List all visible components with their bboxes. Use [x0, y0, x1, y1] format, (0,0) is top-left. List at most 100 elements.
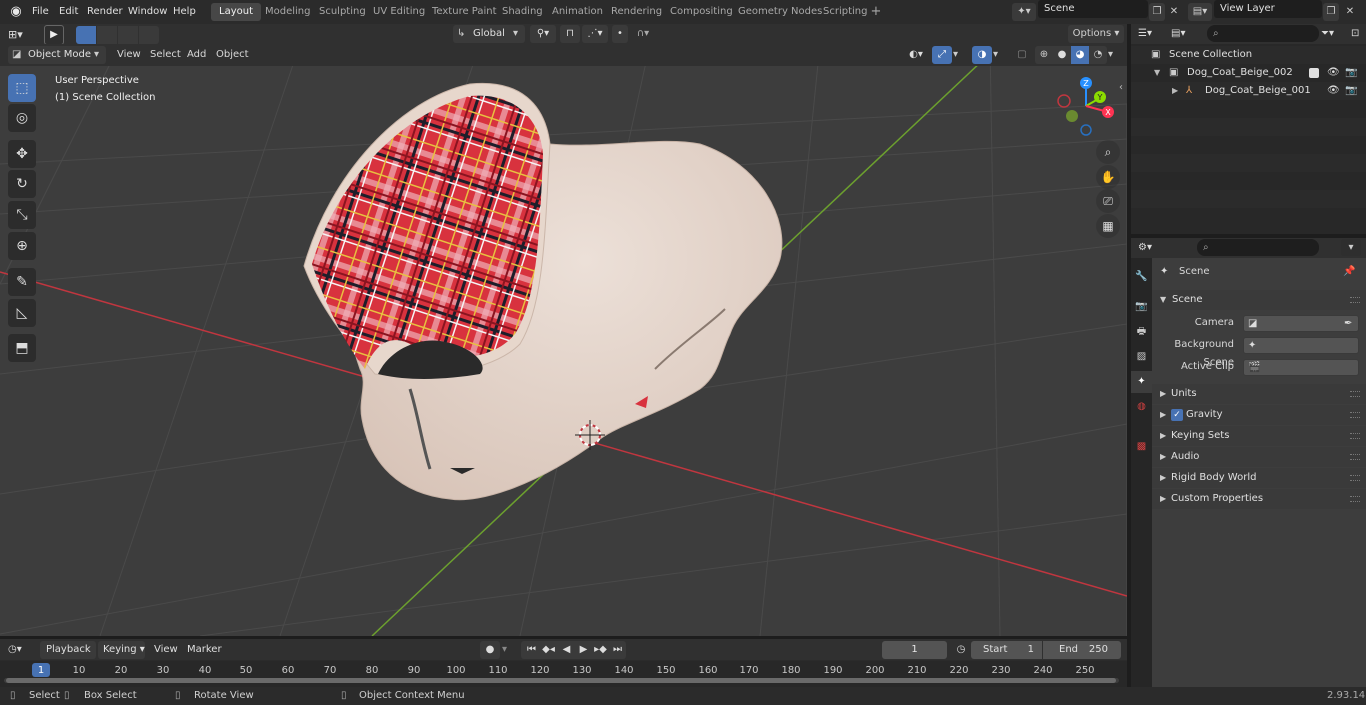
tab-uv-editing[interactable]: UV Editing [365, 3, 433, 21]
outliner-row-coat-002[interactable]: ▼ ▣ Dog_Coat_Beige_002 👁 📷 [1131, 64, 1366, 82]
drag-handle-icon[interactable] [1350, 475, 1360, 481]
active-clip-field[interactable]: 🎬 [1243, 359, 1359, 376]
drag-handle-icon[interactable] [1350, 412, 1360, 418]
timeline-editor-icon[interactable]: ◷▾ [8, 641, 34, 659]
drag-handle-icon[interactable] [1350, 454, 1360, 460]
new-collection-icon[interactable]: ⊡ [1351, 26, 1365, 42]
gravity-panel-header[interactable]: ▶ ✓ Gravity [1152, 405, 1366, 425]
pan-hand-icon[interactable]: ✋ [1096, 165, 1120, 189]
menu-add[interactable]: Add [187, 47, 206, 63]
snap-toggle-icon[interactable]: ⊓ [560, 25, 580, 43]
menu-help[interactable]: Help [173, 4, 196, 20]
gizmo-dropdown-icon[interactable]: ▾ [953, 46, 965, 64]
proportional-edit-icon[interactable]: • [612, 25, 628, 43]
eyedropper-icon[interactable]: ✒ [1344, 316, 1352, 331]
menu-file[interactable]: File [32, 4, 49, 20]
output-tab-icon[interactable]: 🖶 [1131, 321, 1152, 343]
render-tab-icon[interactable]: 📷 [1131, 296, 1152, 318]
auto-keying-icon[interactable]: ● [480, 641, 500, 659]
select-extend-icon[interactable] [97, 26, 117, 44]
custom-properties-panel-header[interactable]: ▶ Custom Properties [1152, 489, 1366, 509]
play-reverse-icon[interactable]: ◀ [558, 641, 575, 659]
start-frame-field[interactable]: Start 1 [971, 641, 1042, 659]
visibility-selectability-icon[interactable]: ◐▾ [903, 46, 929, 64]
scene-panel-header[interactable]: ▼ Scene [1152, 290, 1366, 310]
menu-window[interactable]: Window [128, 4, 167, 20]
show-overlays-icon[interactable]: ◑ [972, 46, 992, 64]
rendered-shading-icon[interactable]: ◔ [1089, 46, 1107, 64]
display-mode-icon[interactable]: ▤▾ [1171, 26, 1197, 42]
zoom-icon[interactable]: ⌕ [1096, 140, 1120, 164]
shading-dropdown-icon[interactable]: ▾ [1108, 46, 1120, 64]
units-panel-header[interactable]: ▶ Units [1152, 384, 1366, 404]
tab-scripting[interactable]: Scripting [815, 3, 875, 21]
rigid-body-world-panel-header[interactable]: ▶ Rigid Body World [1152, 468, 1366, 488]
mode-dropdown[interactable]: ◪ Object Mode ▾ [8, 46, 106, 64]
jump-start-icon[interactable]: ⏮ [523, 641, 540, 659]
solid-shading-icon[interactable]: ● [1053, 46, 1071, 64]
camera-view-icon[interactable]: ⎚ [1096, 189, 1120, 213]
menu-render[interactable]: Render [87, 4, 123, 20]
overlays-dropdown-icon[interactable]: ▾ [993, 46, 1005, 64]
editor-type-icon[interactable]: ⊞▾ [8, 26, 34, 44]
menu-view[interactable]: View [117, 47, 141, 63]
eye-icon[interactable]: 👁 [1327, 82, 1340, 100]
snap-target-icon[interactable]: ⋰▾ [582, 25, 608, 43]
current-frame-field[interactable]: 1 [882, 641, 947, 659]
add-cube-tool-icon[interactable]: ⬒ [8, 334, 36, 362]
navigation-gizmo[interactable]: Z Y X [1052, 74, 1122, 136]
drag-handle-icon[interactable] [1350, 297, 1360, 303]
3d-viewport[interactable]: User Perspective (1) Scene Collection ⬚ … [0, 44, 1127, 636]
gizmo-neg-y-icon[interactable] [1066, 110, 1078, 122]
scene-name-field[interactable]: Scene [1038, 0, 1148, 18]
timeline-scrollbar[interactable] [4, 678, 1119, 683]
keying-menu[interactable]: Keying ▾ [98, 641, 145, 659]
blender-logo-icon[interactable]: ◉ [8, 4, 24, 20]
new-view-layer-icon[interactable]: ❐ [1323, 3, 1339, 21]
menu-object[interactable]: Object [216, 47, 249, 63]
tool-select-icon[interactable]: ▶ [44, 25, 64, 45]
texture-tab-icon[interactable]: ▩ [1131, 436, 1152, 458]
tab-modeling[interactable]: Modeling [257, 3, 319, 21]
pin-icon[interactable]: 📌 [1343, 266, 1355, 277]
new-scene-icon[interactable]: ❐ [1149, 3, 1165, 21]
drag-handle-icon[interactable] [1350, 391, 1360, 397]
select-intersect-icon[interactable] [139, 26, 159, 44]
show-gizmo-icon[interactable]: ⤢ [932, 46, 952, 64]
menu-select[interactable]: Select [150, 47, 181, 63]
properties-options-icon[interactable]: ▾ [1341, 239, 1361, 256]
pivot-point-icon[interactable]: ⚲▾ [530, 25, 556, 43]
end-frame-field[interactable]: End 250 [1043, 641, 1121, 659]
gizmo-neg-z-icon[interactable] [1080, 124, 1092, 136]
drag-handle-icon[interactable] [1350, 496, 1360, 502]
gravity-checkbox[interactable]: ✓ [1171, 409, 1183, 421]
material-preview-icon[interactable]: ◕ [1071, 46, 1089, 64]
tab-rendering[interactable]: Rendering [603, 3, 670, 21]
xray-toggle-icon[interactable]: ▢ [1014, 46, 1030, 64]
outliner-editor-icon[interactable]: ☰▾ [1138, 26, 1164, 42]
properties-search-input[interactable]: ⌕ [1197, 239, 1319, 256]
move-tool-icon[interactable]: ✥ [8, 140, 36, 168]
view-layer-field[interactable]: View Layer [1214, 0, 1322, 18]
expand-arrow-icon[interactable]: ▶ [1172, 82, 1178, 100]
prev-keyframe-icon[interactable]: ◆◂ [540, 641, 557, 659]
exclude-checkbox[interactable] [1309, 68, 1319, 78]
sidebar-toggle-icon[interactable]: ‹ [1119, 82, 1123, 93]
view-layer-tab-icon[interactable]: ▨ [1131, 346, 1152, 368]
gizmo-neg-x-icon[interactable] [1057, 94, 1071, 108]
transform-tool-icon[interactable]: ⊕ [8, 232, 36, 260]
keying-dropdown-icon[interactable]: ▾ [502, 641, 516, 659]
options-dropdown[interactable]: Options ▾ [1068, 25, 1124, 43]
timeline-view-menu[interactable]: View [154, 641, 178, 659]
delete-scene-icon[interactable]: ✕ [1166, 3, 1182, 21]
tool-tab-icon[interactable]: 🔧 [1131, 266, 1152, 288]
wireframe-shading-icon[interactable]: ⊕ [1035, 46, 1053, 64]
delete-view-layer-icon[interactable]: ✕ [1342, 3, 1358, 21]
scene-browse-icon[interactable]: ✦▾ [1012, 3, 1036, 21]
drag-handle-icon[interactable] [1350, 433, 1360, 439]
preview-range-icon[interactable]: ◷ [953, 641, 969, 659]
expand-arrow-icon[interactable]: ▼ [1154, 64, 1160, 82]
rotate-tool-icon[interactable]: ↻ [8, 170, 36, 198]
select-box-tool-icon[interactable]: ⬚ [8, 74, 36, 102]
camera-field[interactable]: ◪ ✒ [1243, 315, 1359, 332]
